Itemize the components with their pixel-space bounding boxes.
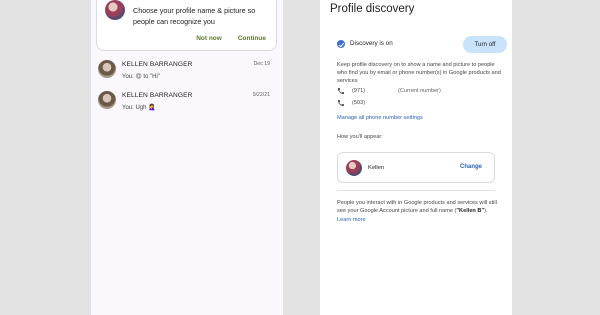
footer-end: ). (484, 208, 488, 215)
appearance-preview-card: Kellen Change (337, 152, 495, 183)
footer-name: "Kellen B" (456, 208, 485, 215)
prompt-actions: Not now Continue (196, 35, 266, 42)
check-circle-icon (337, 40, 345, 48)
continue-button[interactable]: Continue (238, 35, 266, 42)
appearance-label: How you'll appear: (337, 134, 383, 140)
divider (337, 190, 495, 191)
conversation-list-screen: Choose your profile name & picture so pe… (91, 0, 283, 315)
conversation-snippet: You: 😍 to "Hi" (122, 74, 160, 80)
phone-number: (503) (352, 100, 366, 106)
page-title: Profile discovery (330, 3, 415, 15)
phone-icon (338, 88, 344, 94)
discovery-description: Keep profile discovery on to show a name… (337, 62, 501, 84)
contact-name: KELLEN BARRANGER (122, 92, 193, 99)
conversation-date: 9/22/21 (252, 92, 270, 98)
discovery-status-text: Discovery is on (350, 40, 393, 47)
profile-discovery-screen: Profile discovery Discovery is on Turn o… (320, 0, 512, 315)
contact-name: KELLEN BARRANGER (122, 61, 193, 68)
profile-name: Kellen (368, 165, 385, 171)
profile-prompt-text: Choose your profile name & picture so pe… (133, 6, 256, 26)
discovery-status-row: Discovery is on Turn off (337, 36, 507, 54)
contact-avatar (98, 60, 116, 78)
turn-off-button[interactable]: Turn off (463, 36, 507, 53)
phone-number: (971) (352, 88, 366, 94)
change-button[interactable]: Change (460, 164, 482, 170)
current-number-label: (Current number) (398, 88, 441, 94)
conversation-item[interactable]: KELLEN BARRANGER 9/22/21 You: Ugh 🤦‍♀️ (98, 91, 276, 115)
not-now-button[interactable]: Not now (196, 35, 222, 42)
phone-icon (338, 100, 344, 106)
manage-phone-settings-link[interactable]: Manage all phone number settings (337, 115, 423, 121)
learn-more-link[interactable]: Learn more (337, 217, 366, 223)
conversation-date: Dec 19 (253, 61, 270, 67)
conversation-item[interactable]: KELLEN BARRANGER Dec 19 You: 😍 to "Hi" (98, 60, 276, 84)
profile-prompt-card: Choose your profile name & picture so pe… (96, 0, 277, 51)
profile-avatar (346, 160, 362, 176)
profile-avatar (105, 0, 125, 20)
conversation-snippet: You: Ugh 🤦‍♀️ (122, 105, 156, 111)
footer-note: People you interact with in Google produ… (337, 199, 502, 224)
contact-avatar (98, 91, 116, 109)
